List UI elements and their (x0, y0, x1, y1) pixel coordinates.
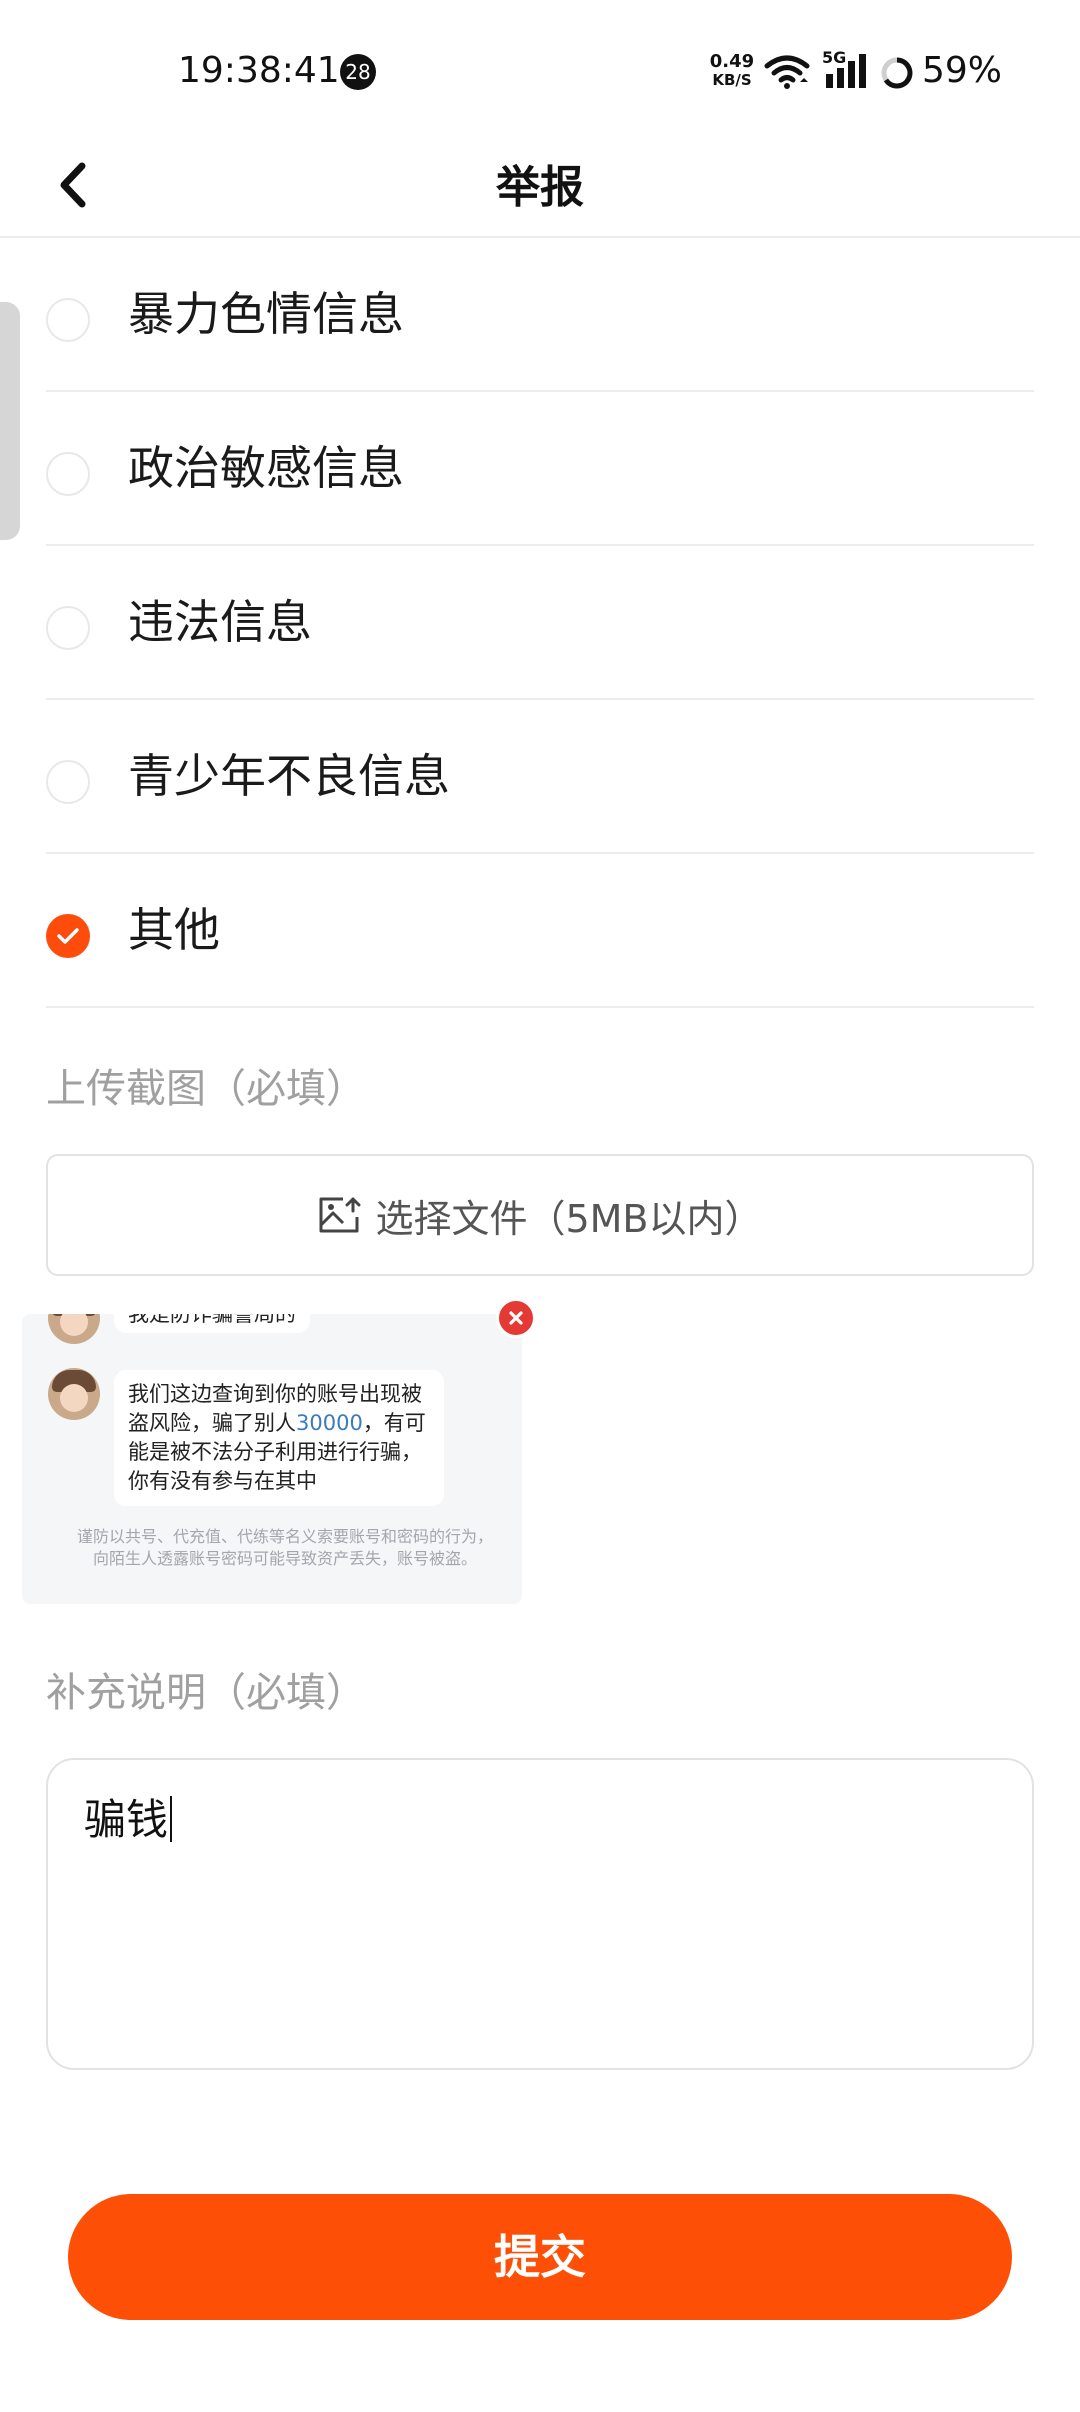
description-section-label: 补充说明（必填） (46, 1670, 366, 1716)
reason-option-violence[interactable]: 暴力色情信息 (46, 238, 1034, 392)
status-bar: 19:38:41 28 0.49 KB/S 5G 59% (0, 0, 1080, 140)
network-speed-value: 0.49 (709, 51, 755, 72)
battery-percentage: 59% (922, 50, 1003, 91)
wifi-icon (764, 55, 810, 89)
reason-option-youth[interactable]: 青少年不良信息 (46, 700, 1034, 854)
description-textarea[interactable]: 骗钱 (46, 1758, 1034, 2070)
network-speed-unit: KB/S (712, 71, 752, 89)
network-speed: 0.49 KB/S (706, 52, 758, 90)
submit-button[interactable]: 提交 (68, 2194, 1012, 2320)
reason-option-illegal[interactable]: 违法信息 (46, 546, 1034, 700)
notification-count-badge: 28 (340, 54, 376, 90)
security-note: 谨防以共号、代充值、代练等名义索要账号和密码的行为，向陌生人透露账号密码可能导致… (76, 1527, 493, 1568)
message-number: 30000 (296, 1411, 363, 1435)
reason-option-label: 暴力色情信息 (128, 287, 404, 341)
message-text: 我们这边查询到你的账号出现被 (128, 1382, 422, 1406)
radio-unchecked-icon[interactable] (46, 760, 90, 804)
text-caret (170, 1796, 173, 1842)
upload-section-label: 上传截图（必填） (46, 1066, 366, 1112)
message-text: 能是被不法分子利用进行行骗， (128, 1440, 422, 1464)
cellular-signal-icon (826, 54, 866, 88)
radio-unchecked-icon[interactable] (46, 452, 90, 496)
reason-option-label: 青少年不良信息 (128, 749, 450, 803)
message-text: 盗风险，骗了别人 (128, 1411, 296, 1435)
close-circle-icon[interactable] (496, 1298, 536, 1338)
chevron-left-icon[interactable] (44, 150, 104, 220)
edge-scroll-handle[interactable] (0, 302, 20, 540)
choose-file-label: 选择文件（5MB以内） (375, 1196, 763, 1241)
chat-bubble: 我是防诈骗警局的 (114, 1314, 310, 1333)
status-time: 19:38:41 (178, 50, 340, 91)
avatar (48, 1368, 100, 1420)
message-text: 你有没有参与在其中 (128, 1469, 317, 1493)
uploaded-screenshot-thumbnail[interactable]: 我是防诈骗警局的 我们这边查询到你的账号出现被盗风险，骗了别人30000，有可能… (22, 1314, 522, 1604)
reason-option-political[interactable]: 政治敏感信息 (46, 392, 1034, 546)
radio-unchecked-icon[interactable] (46, 298, 90, 342)
description-value: 骗钱 (84, 1786, 173, 1847)
message-text: ，有可 (362, 1411, 426, 1435)
reason-option-label: 其他 (128, 903, 220, 957)
chat-bubble: 我们这边查询到你的账号出现被盗风险，骗了别人30000，有可能是被不法分子利用进… (114, 1370, 444, 1506)
reason-option-label: 政治敏感信息 (128, 441, 404, 495)
page-title: 举报 (496, 162, 584, 213)
avatar (48, 1314, 100, 1344)
image-add-icon (319, 1197, 361, 1233)
radio-unchecked-icon[interactable] (46, 606, 90, 650)
radio-checked-icon[interactable] (46, 914, 90, 958)
description-text: 骗钱 (84, 1795, 169, 1844)
reason-option-other[interactable]: 其他 (46, 854, 1034, 1008)
reason-option-label: 违法信息 (128, 595, 312, 649)
choose-file-button[interactable]: 选择文件（5MB以内） (46, 1154, 1034, 1276)
battery-icon (881, 57, 913, 89)
app-header: 举报 (0, 140, 1080, 238)
